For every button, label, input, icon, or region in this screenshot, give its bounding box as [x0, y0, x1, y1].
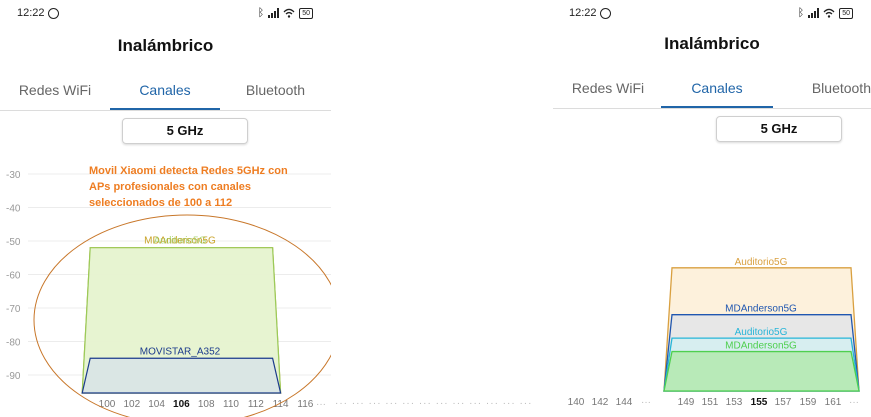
- x-tick-label: 140: [568, 397, 585, 408]
- annotation-text: Movil Xiaomi detecta Redes 5GHz con: [89, 165, 288, 177]
- x-tick-label: 153: [726, 397, 743, 408]
- x-tick-label: 151: [702, 397, 719, 408]
- series-label: Auditorio5G: [735, 327, 788, 338]
- channel-chart: Auditorio5G MDAnderson5G Auditorio5G MDAnde…: [568, 257, 860, 408]
- x-tick-ellipsis: ···: [316, 399, 326, 410]
- x-tick-label: 100: [99, 399, 116, 410]
- x-tick-label: 157: [775, 397, 792, 408]
- channel-chart: -30-40-50-60-70-80-90MDAnderson5GAuditor…: [6, 165, 331, 417]
- y-tick-label: -30: [6, 170, 21, 181]
- y-tick-label: -90: [6, 371, 21, 382]
- x-tick-label: 149: [678, 397, 695, 408]
- series-label: MDAnderson5G: [725, 304, 797, 315]
- x-tick-label: 106: [173, 399, 190, 410]
- x-tick-label: 102: [123, 399, 140, 410]
- x-tick-label: 159: [800, 397, 817, 408]
- x-tick-ellipsis: ···: [849, 397, 859, 408]
- series-label: Auditorio5G: [154, 236, 207, 247]
- y-tick-label: -80: [6, 338, 21, 349]
- series-area-movistar_a352: [81, 357, 282, 394]
- x-tick-label: 114: [273, 399, 289, 410]
- x-tick-ellipsis: ···: [641, 397, 651, 408]
- y-tick-label: -70: [6, 304, 21, 315]
- x-tick-label: 161: [825, 397, 842, 408]
- series-area-mdanderson5g: [663, 350, 860, 392]
- series-label: MOVISTAR_A352: [140, 346, 221, 357]
- axis-continuation: ··· ··· ··· ··· ··· ··· ··· ··· ··· ··· …: [335, 398, 533, 409]
- x-tick-label: 112: [248, 399, 264, 410]
- y-tick-label: -40: [6, 204, 21, 215]
- x-tick-label: 155: [751, 397, 768, 408]
- annotation-text: APs profesionales con canales: [89, 181, 251, 193]
- right-screenshot: 12:22 ᛒ 50 Inalámbrico Redes WiFi Canale…: [553, 0, 871, 417]
- x-tick-label: 144: [616, 397, 633, 408]
- x-tick-label: 142: [592, 397, 609, 408]
- annotation-text: seleccionados de 100 a 112: [89, 197, 232, 209]
- x-tick-label: 108: [198, 399, 215, 410]
- y-tick-label: -60: [6, 271, 21, 282]
- series-label: MDAnderson5G: [725, 341, 797, 352]
- left-screenshot: 12:22 ᛒ 50 Inalámbrico Redes WiFi Canale…: [0, 0, 331, 417]
- series-label: Auditorio5G: [735, 257, 788, 268]
- y-tick-label: -50: [6, 237, 21, 248]
- x-tick-label: 116: [297, 399, 313, 410]
- x-tick-label: 104: [148, 399, 165, 410]
- x-tick-label: 110: [223, 399, 239, 410]
